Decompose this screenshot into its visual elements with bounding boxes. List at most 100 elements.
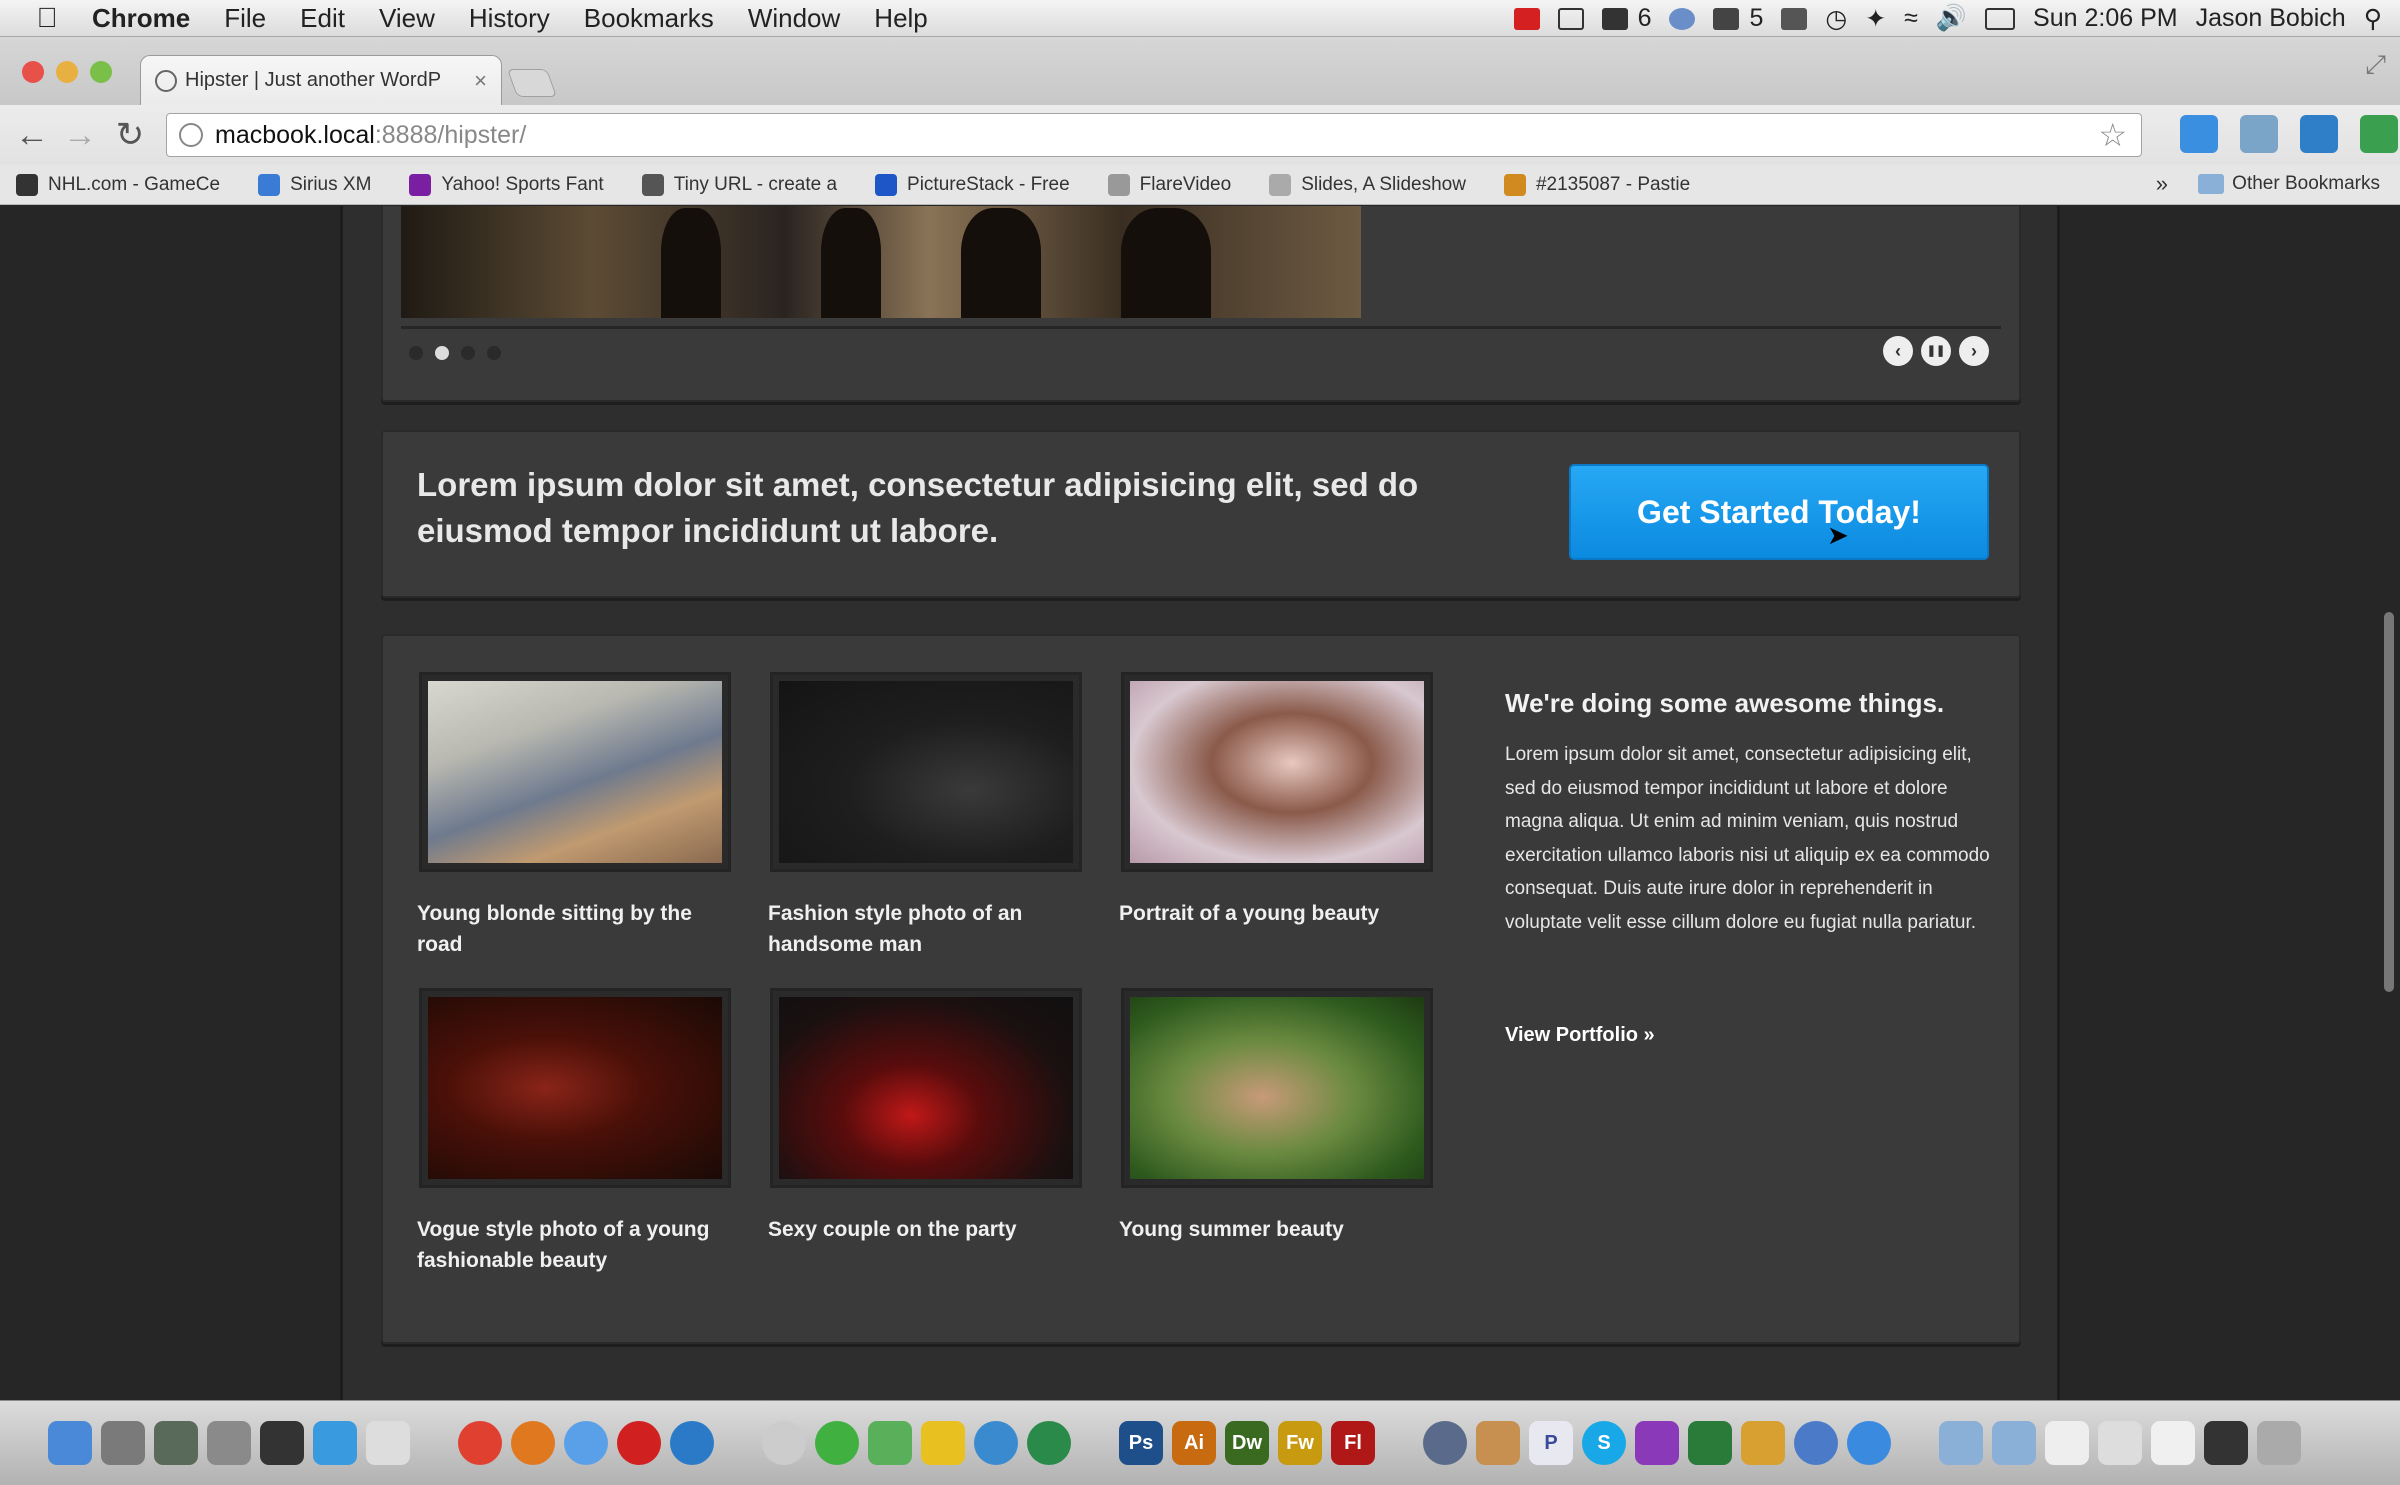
adobe-icon[interactable]	[1713, 7, 1740, 30]
box-icon[interactable]	[1476, 1421, 1520, 1465]
portfolio-caption-1[interactable]: Young blonde sitting by the road	[417, 898, 737, 960]
bookmark-item[interactable]: FlareVideo	[1107, 173, 1231, 196]
menu-help[interactable]: Help	[874, 3, 927, 34]
dreamweaver-icon[interactable]: Dw	[1225, 1421, 1269, 1465]
clock[interactable]: Sun 2:06 PM	[2033, 4, 2178, 33]
spotlight-search-icon[interactable]: ⚲	[2364, 4, 2382, 34]
pages-icon[interactable]: P	[1529, 1421, 1573, 1465]
portfolio-thumb-1[interactable]	[419, 672, 731, 872]
portfolio-thumb-6[interactable]	[1121, 988, 1433, 1188]
document-stack-icon[interactable]	[2045, 1421, 2089, 1465]
slider-pause-button[interactable]: ❚❚	[1921, 336, 1951, 366]
mission-control-icon[interactable]	[154, 1421, 198, 1465]
downloads-stack-icon[interactable]	[2098, 1421, 2142, 1465]
address-bar[interactable]: macbook.local:8888/hipster/ ☆	[166, 113, 2142, 157]
photoshop-icon[interactable]: Ps	[1119, 1421, 1163, 1465]
record-icon[interactable]	[1513, 7, 1540, 30]
slider-dot[interactable]	[409, 346, 423, 360]
flash-icon[interactable]: Fl	[1331, 1421, 1375, 1465]
fullscreen-icon[interactable]: ⤢	[2365, 49, 2386, 81]
portfolio-thumb-3[interactable]	[1121, 672, 1433, 872]
menu-view[interactable]: View	[379, 3, 435, 34]
menu-edit[interactable]: Edit	[300, 3, 345, 34]
bookmark-item[interactable]: NHL.com - GameCe	[16, 173, 220, 196]
minimize-window-button[interactable]	[56, 61, 78, 83]
portfolio-thumb-2[interactable]	[770, 672, 1082, 872]
twitter-app-icon[interactable]	[974, 1421, 1018, 1465]
file-stack-icon[interactable]	[2151, 1421, 2195, 1465]
documents-folder-icon[interactable]	[1992, 1421, 2036, 1465]
camera-icon[interactable]	[1423, 1421, 1467, 1465]
tab-close-icon[interactable]: ×	[474, 68, 487, 94]
back-arrow-icon[interactable]: ←	[12, 115, 52, 155]
page-info-icon[interactable]	[179, 123, 203, 147]
messages-icon[interactable]	[815, 1421, 859, 1465]
bookmark-item[interactable]: Sirius XM	[258, 173, 371, 196]
bookmark-item[interactable]: Yahoo! Sports Fant	[409, 173, 604, 196]
portfolio-caption-4[interactable]: Vogue style photo of a young fashionable…	[417, 1214, 737, 1276]
slider-next-button[interactable]: ›	[1959, 336, 1989, 366]
globe-icon[interactable]	[1027, 1421, 1071, 1465]
apple-icon[interactable]: 	[30, 2, 64, 33]
menu-window[interactable]: Window	[748, 3, 840, 34]
opera-icon[interactable]	[617, 1421, 661, 1465]
app-store-icon[interactable]	[313, 1421, 357, 1465]
applications-folder-icon[interactable]	[1939, 1421, 1983, 1465]
textedit-icon[interactable]	[366, 1421, 410, 1465]
illustrator-icon[interactable]: Ai	[1172, 1421, 1216, 1465]
preview-icon[interactable]	[207, 1421, 251, 1465]
network-icon[interactable]	[1847, 1421, 1891, 1465]
safari-icon[interactable]	[564, 1421, 608, 1465]
forward-arrow-icon[interactable]: →	[60, 115, 100, 155]
view-portfolio-link[interactable]: View Portfolio »	[1505, 1024, 1655, 1047]
bookmarks-overflow-icon[interactable]: »	[2156, 171, 2168, 197]
menu-file[interactable]: File	[224, 3, 266, 34]
portfolio-thumb-4[interactable]	[419, 988, 731, 1188]
internet-explorer-icon[interactable]	[670, 1421, 714, 1465]
portfolio-caption-3[interactable]: Portrait of a young beauty	[1119, 898, 1439, 929]
other-bookmarks-folder[interactable]: Other Bookmarks	[2198, 173, 2380, 195]
dashboard-icon[interactable]	[260, 1421, 304, 1465]
slider-dot[interactable]	[487, 346, 501, 360]
chrome-icon[interactable]	[458, 1421, 502, 1465]
bookmark-star-icon[interactable]: ☆	[2098, 116, 2127, 154]
user-name[interactable]: Jason Bobich	[2196, 4, 2346, 33]
extension-shield-icon[interactable]	[2180, 115, 2218, 153]
mail-icon[interactable]	[1601, 7, 1628, 30]
get-started-button[interactable]: Get Started Today!	[1569, 464, 1989, 560]
menu-app-chrome[interactable]: Chrome	[92, 3, 190, 34]
flask-icon[interactable]	[868, 1421, 912, 1465]
menu-history[interactable]: History	[469, 3, 550, 34]
fireworks-icon[interactable]: Fw	[1278, 1421, 1322, 1465]
slider-prev-button[interactable]: ‹	[1883, 336, 1913, 366]
portfolio-caption-5[interactable]: Sexy couple on the party	[768, 1214, 1088, 1245]
numbers-icon[interactable]	[1688, 1421, 1732, 1465]
terminal-icon[interactable]	[2204, 1421, 2248, 1465]
display-icon[interactable]	[1781, 7, 1808, 30]
skype-icon[interactable]: S	[1582, 1421, 1626, 1465]
bluetooth-icon[interactable]: ✦	[1865, 4, 1886, 34]
finder-icon[interactable]	[48, 1421, 92, 1465]
screens-icon[interactable]	[1557, 7, 1584, 30]
itunes-icon[interactable]	[1794, 1421, 1838, 1465]
bookmark-item[interactable]: #2135087 - Pastie	[1503, 173, 1690, 196]
slider-dot[interactable]	[461, 346, 475, 360]
wifi-icon[interactable]: ≈	[1904, 4, 1918, 33]
time-machine-icon[interactable]: ◷	[1825, 4, 1847, 34]
reload-icon[interactable]: ↻	[110, 115, 150, 155]
tab-hipster[interactable]: Hipster | Just another WordP ×	[140, 55, 502, 105]
bookmark-item[interactable]: Tiny URL - create a	[641, 173, 837, 196]
extension-screen-icon[interactable]	[2300, 115, 2338, 153]
purple-app-icon[interactable]	[1635, 1421, 1679, 1465]
bookmark-item[interactable]: PictureStack - Free	[875, 173, 1070, 196]
zoom-window-button[interactable]	[90, 61, 112, 83]
trash-icon[interactable]	[2257, 1421, 2301, 1465]
menu-bookmarks[interactable]: Bookmarks	[584, 3, 714, 34]
extension-window-icon[interactable]	[2240, 115, 2278, 153]
slide-image[interactable]	[401, 206, 1361, 318]
bookmark-item[interactable]: Slides, A Slideshow	[1269, 173, 1466, 196]
portfolio-caption-2[interactable]: Fashion style photo of an handsome man	[768, 898, 1088, 960]
clock-app-icon[interactable]	[762, 1421, 806, 1465]
battery-icon[interactable]	[1985, 7, 2016, 30]
volume-icon[interactable]: 🔊	[1936, 4, 1967, 33]
